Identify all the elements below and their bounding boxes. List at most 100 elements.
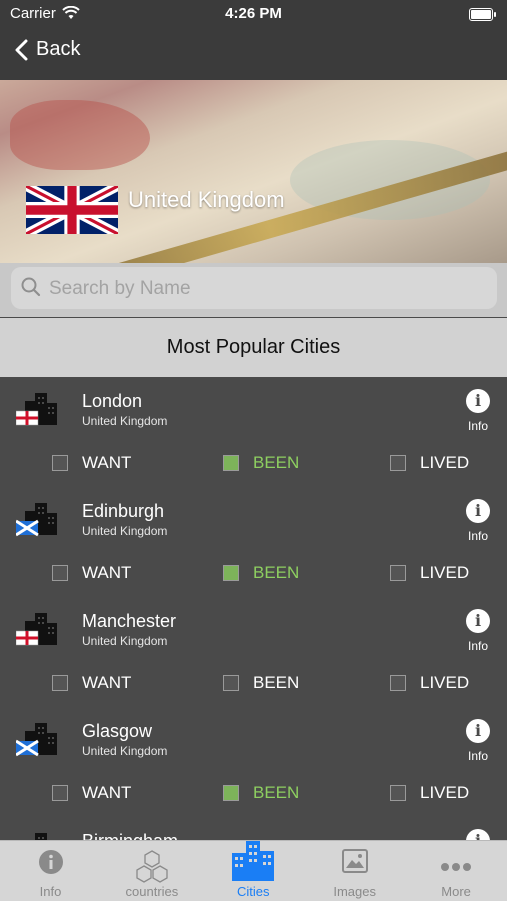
info-icon: i (466, 719, 490, 743)
chevron-left-icon (15, 39, 28, 60)
section-header: Most Popular Cities (0, 318, 507, 377)
checkbox-box[interactable] (52, 565, 68, 581)
info-button[interactable]: i Info (464, 719, 492, 763)
tab-info[interactable]: Info (0, 841, 101, 901)
lived-label: LIVED (420, 563, 470, 582)
city-name: Glasgow (82, 721, 153, 741)
tab-more[interactable]: More (406, 841, 507, 901)
city-row[interactable]: Manchester United Kingdom i Info WANT BEEN LIV… (0, 597, 507, 707)
status-time: 4:26 PM (225, 5, 282, 22)
city-buildings-icon (15, 391, 60, 427)
nav-bar: Back (0, 28, 507, 80)
want-label: WANT (82, 563, 132, 582)
been-checkbox[interactable]: BEEN (223, 563, 299, 583)
country-title: United Kingdom (128, 187, 285, 212)
info-icon: i (466, 609, 490, 633)
been-label: BEEN (253, 453, 300, 472)
info-button[interactable]: i Info (464, 389, 492, 433)
been-label: BEEN (253, 563, 300, 582)
lived-checkbox[interactable]: LIVED (390, 783, 469, 803)
city-row[interactable]: Glasgow United Kingdom i Info WANT BEEN LIVED (0, 707, 507, 817)
want-label: WANT (82, 783, 132, 802)
city-name: London (82, 391, 143, 411)
city-list[interactable]: London United Kingdom i Info WANT BEEN LIVED Ed… (0, 377, 507, 840)
back-label: Back (36, 38, 81, 60)
want-checkbox[interactable]: WANT (52, 563, 131, 583)
country-header-image (0, 80, 507, 263)
search-field[interactable] (11, 267, 497, 311)
checkbox-box[interactable] (390, 675, 406, 691)
lived-checkbox[interactable]: LIVED (390, 563, 469, 583)
tab-label: Info (39, 884, 62, 899)
tab-label: More (441, 884, 471, 899)
checkbox-box[interactable] (223, 785, 239, 801)
tab-bar: Info countries Cities Images More (0, 840, 507, 901)
tab-countries[interactable]: countries (101, 841, 202, 901)
buildings-icon (230, 841, 276, 886)
tab-images[interactable]: Images (304, 841, 405, 901)
checkbox-box[interactable] (52, 675, 68, 691)
lived-label: LIVED (420, 453, 470, 472)
checkbox-box[interactable] (52, 785, 68, 801)
checkbox-box[interactable] (223, 675, 239, 691)
tab-label: Images (333, 884, 376, 899)
been-checkbox[interactable]: BEEN (223, 783, 299, 803)
been-checkbox[interactable]: BEEN (223, 453, 299, 473)
battery-icon (469, 8, 496, 21)
city-row[interactable]: London United Kingdom i Info WANT BEEN LIVED (0, 377, 507, 487)
info-label: Info (467, 749, 488, 763)
search-bar (0, 263, 507, 317)
city-buildings-icon (15, 721, 60, 757)
city-row[interactable]: Edinburgh United Kingdom i Info WANT BEEN LIVE… (0, 487, 507, 597)
lived-label: LIVED (420, 673, 470, 692)
want-checkbox[interactable]: WANT (52, 783, 131, 803)
city-name: Manchester (82, 611, 177, 631)
info-button[interactable]: iInfo (464, 829, 492, 840)
city-country: United Kingdom (82, 414, 168, 428)
city-buildings-icon (15, 611, 60, 647)
info-label: Info (467, 529, 488, 543)
city-country: United Kingdom (82, 524, 168, 538)
info-label: Info (467, 639, 488, 653)
checkbox-box[interactable] (390, 455, 406, 471)
city-name: Birmingham (82, 831, 178, 840)
lived-label: LIVED (420, 783, 470, 802)
info-button[interactable]: i Info (464, 499, 492, 543)
tab-cities[interactable]: Cities (203, 841, 304, 901)
want-label: WANT (82, 453, 132, 472)
been-label: BEEN (253, 673, 300, 692)
tab-label: Cities (237, 884, 270, 899)
been-label: BEEN (253, 783, 300, 802)
city-name: Edinburgh (82, 501, 165, 521)
more-dots-icon (440, 859, 472, 877)
back-button[interactable]: Back (14, 38, 80, 61)
city-buildings-icon (15, 501, 60, 537)
lived-checkbox[interactable]: LIVED (390, 453, 469, 473)
lived-checkbox[interactable]: LIVED (390, 673, 469, 693)
checkbox-box[interactable] (52, 455, 68, 471)
checkbox-box[interactable] (390, 785, 406, 801)
info-icon (38, 849, 64, 880)
uk-flag-icon (26, 186, 118, 234)
checkbox-box[interactable] (390, 565, 406, 581)
been-checkbox[interactable]: BEEN (223, 673, 299, 693)
city-row[interactable]: BirminghamUnited KingdomiInfoWANTBEENLIV… (0, 817, 507, 840)
info-label: Info (467, 419, 488, 433)
info-icon: i (466, 389, 490, 413)
tab-label: countries (125, 884, 179, 899)
city-country: United Kingdom (82, 744, 168, 758)
city-country: United Kingdom (82, 634, 168, 648)
status-bar: Carrier 4:26 PM (0, 0, 507, 28)
want-label: WANT (82, 673, 132, 692)
info-icon: i (466, 829, 490, 840)
checkbox-box[interactable] (223, 565, 239, 581)
city-buildings-icon (16, 831, 60, 840)
info-icon: i (466, 499, 490, 523)
search-icon (21, 277, 41, 297)
want-checkbox[interactable]: WANT (52, 453, 131, 473)
search-input[interactable] (47, 267, 491, 311)
want-checkbox[interactable]: WANT (52, 673, 131, 693)
image-icon (341, 849, 368, 878)
checkbox-box[interactable] (223, 455, 239, 471)
info-button[interactable]: i Info (464, 609, 492, 653)
